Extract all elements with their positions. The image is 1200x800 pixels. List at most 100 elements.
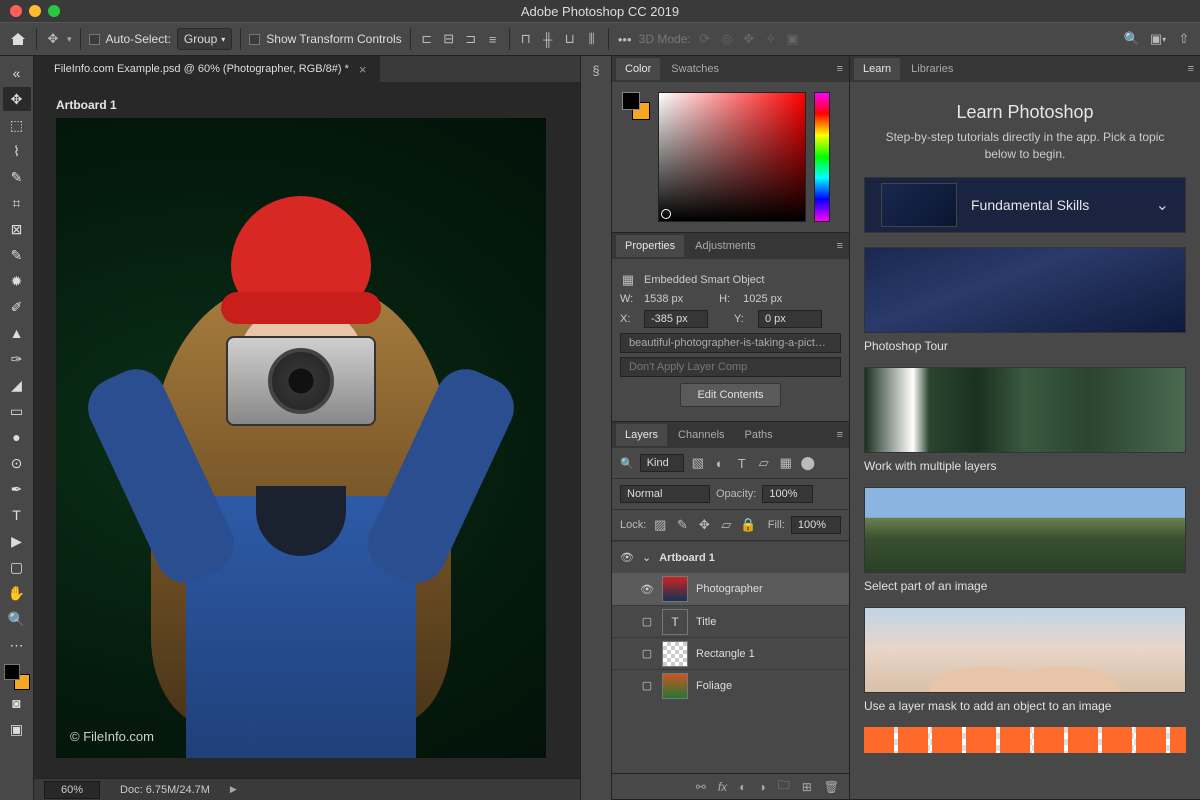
move-tool-icon[interactable]: ✥ bbox=[45, 31, 61, 47]
adjustment-layer-icon[interactable]: ◑ bbox=[758, 780, 765, 794]
hand-tool[interactable]: ✋ bbox=[3, 581, 31, 605]
delete-layer-icon[interactable]: 🗑 bbox=[824, 780, 839, 794]
layer-artboard[interactable]: 👁 ⌄ Artboard 1 bbox=[612, 541, 849, 573]
auto-select-mode-dropdown[interactable]: Group ▾ bbox=[177, 28, 232, 50]
tab-layers[interactable]: Layers bbox=[616, 424, 667, 446]
share-icon[interactable]: ⇧ bbox=[1176, 31, 1192, 47]
window-close-icon[interactable] bbox=[10, 5, 22, 17]
layer-filter-dropdown[interactable]: Kind bbox=[640, 454, 684, 472]
lasso-tool[interactable]: ⌇ bbox=[3, 139, 31, 163]
tab-swatches[interactable]: Swatches bbox=[662, 58, 728, 80]
zoom-field[interactable]: 60% bbox=[44, 781, 100, 799]
saturation-brightness-picker[interactable] bbox=[658, 92, 806, 222]
tab-learn[interactable]: Learn bbox=[854, 58, 900, 80]
lock-position-icon[interactable]: ✥ bbox=[696, 517, 712, 533]
document-tab[interactable]: FileInfo.com Example.psd @ 60% (Photogra… bbox=[34, 56, 380, 82]
tab-adjustments[interactable]: Adjustments bbox=[686, 235, 765, 257]
align-bottom-icon[interactable]: ⊔ bbox=[562, 31, 578, 47]
healing-brush-tool[interactable]: ✹ bbox=[3, 269, 31, 293]
window-zoom-icon[interactable] bbox=[48, 5, 60, 17]
lesson-item[interactable]: Use a layer mask to add an object to an … bbox=[864, 607, 1186, 713]
blur-tool[interactable]: ● bbox=[3, 425, 31, 449]
prop-x-input[interactable]: -385 px bbox=[644, 310, 708, 328]
align-center-h-icon[interactable]: ⊟ bbox=[441, 31, 457, 47]
blend-mode-dropdown[interactable]: Normal bbox=[620, 485, 710, 503]
brush-tool[interactable]: ✐ bbox=[3, 295, 31, 319]
new-group-icon[interactable]: 🗀 bbox=[778, 776, 790, 797]
history-panel-icon[interactable]: § bbox=[588, 62, 604, 78]
layer-thumbnail[interactable] bbox=[662, 576, 688, 602]
lock-artboard-icon[interactable]: ▱ bbox=[718, 517, 734, 533]
show-transform-checkbox[interactable] bbox=[249, 34, 260, 45]
new-layer-icon[interactable]: ⊞ bbox=[802, 780, 812, 794]
visibility-icon[interactable]: ▢ bbox=[640, 615, 654, 628]
filter-toggle-icon[interactable]: ⬤ bbox=[800, 455, 816, 471]
align-left-icon[interactable]: ⊏ bbox=[419, 31, 435, 47]
tab-properties[interactable]: Properties bbox=[616, 235, 684, 257]
link-layers-icon[interactable]: ⚯ bbox=[696, 780, 706, 794]
collapse-toolbar-icon[interactable]: « bbox=[3, 61, 31, 85]
filter-type-icon[interactable]: T bbox=[734, 455, 750, 471]
lesson-item[interactable]: Work with multiple layers bbox=[864, 367, 1186, 473]
move-tool[interactable]: ✥ bbox=[3, 87, 31, 111]
close-tab-icon[interactable]: × bbox=[359, 62, 367, 77]
layer-mask-icon[interactable]: ◐ bbox=[739, 780, 746, 794]
tab-paths[interactable]: Paths bbox=[736, 424, 782, 446]
layer-photographer[interactable]: 👁 Photographer bbox=[612, 573, 849, 605]
filter-shape-icon[interactable]: ▱ bbox=[756, 455, 772, 471]
tab-channels[interactable]: Channels bbox=[669, 424, 733, 446]
visibility-icon[interactable]: 👁 bbox=[620, 551, 634, 564]
edit-toolbar-icon[interactable]: ⋯ bbox=[3, 633, 31, 657]
doc-size-label[interactable]: Doc: 6.75M/24.7M bbox=[120, 784, 210, 796]
chevron-down-icon[interactable]: ⌄ bbox=[642, 551, 651, 564]
distribute-h-icon[interactable]: ≡ bbox=[485, 31, 501, 47]
lock-pixels-icon[interactable]: ✎ bbox=[674, 517, 690, 533]
lock-all-icon[interactable]: 🔒 bbox=[740, 517, 756, 533]
opacity-field[interactable]: 100% bbox=[762, 485, 812, 503]
tab-libraries[interactable]: Libraries bbox=[902, 58, 962, 80]
search-icon[interactable]: 🔍 bbox=[1124, 31, 1140, 47]
layer-title[interactable]: ▢ T Title bbox=[612, 605, 849, 637]
visibility-icon[interactable]: ▢ bbox=[640, 647, 654, 660]
layer-rectangle[interactable]: ▢ Rectangle 1 bbox=[612, 637, 849, 669]
auto-select-checkbox[interactable] bbox=[89, 34, 100, 45]
align-center-v-icon[interactable]: ╫ bbox=[540, 31, 556, 47]
history-brush-tool[interactable]: ✑ bbox=[3, 347, 31, 371]
more-options-icon[interactable]: ••• bbox=[617, 31, 633, 47]
lock-transparency-icon[interactable]: ▨ bbox=[652, 517, 668, 533]
home-icon[interactable] bbox=[8, 29, 28, 49]
crop-tool[interactable]: ⌗ bbox=[3, 191, 31, 215]
screen-mode-tool-icon[interactable]: ▣ bbox=[3, 717, 31, 741]
panel-menu-icon[interactable]: ≡ bbox=[837, 240, 843, 252]
status-menu-icon[interactable]: ▶ bbox=[230, 784, 237, 795]
canvas[interactable]: © FileInfo.com bbox=[56, 118, 546, 758]
eraser-tool[interactable]: ◢ bbox=[3, 373, 31, 397]
eyedropper-tool[interactable]: ✎ bbox=[3, 243, 31, 267]
clone-stamp-tool[interactable]: ▲ bbox=[3, 321, 31, 345]
lesson-item[interactable]: Select part of an image bbox=[864, 487, 1186, 593]
panel-menu-icon[interactable]: ≡ bbox=[837, 63, 843, 75]
rectangle-tool[interactable]: ▢ bbox=[3, 555, 31, 579]
path-select-tool[interactable]: ▶ bbox=[3, 529, 31, 553]
gradient-tool[interactable]: ▭ bbox=[3, 399, 31, 423]
panel-menu-icon[interactable]: ≡ bbox=[837, 429, 843, 441]
edit-contents-button[interactable]: Edit Contents bbox=[680, 383, 780, 407]
prop-y-input[interactable]: 0 px bbox=[758, 310, 822, 328]
hue-slider[interactable] bbox=[814, 92, 830, 222]
zoom-tool[interactable]: 🔍 bbox=[3, 607, 31, 631]
quick-mask-icon[interactable]: ◙ bbox=[3, 691, 31, 715]
layer-thumbnail[interactable] bbox=[662, 641, 688, 667]
color-swatch[interactable] bbox=[622, 92, 650, 120]
foreground-background-swatch[interactable] bbox=[4, 664, 30, 690]
screen-mode-icon[interactable]: ▣▾ bbox=[1150, 31, 1166, 47]
filter-smart-icon[interactable]: ▦ bbox=[778, 455, 794, 471]
frame-tool[interactable]: ⊠ bbox=[3, 217, 31, 241]
window-minimize-icon[interactable] bbox=[29, 5, 41, 17]
fill-field[interactable]: 100% bbox=[791, 516, 841, 534]
learn-section-header[interactable]: Fundamental Skills ⌄ bbox=[864, 177, 1186, 233]
visibility-icon[interactable]: 👁 bbox=[640, 583, 654, 596]
layer-comp-dropdown[interactable]: Don't Apply Layer Comp bbox=[620, 357, 841, 377]
pen-tool[interactable]: ✒ bbox=[3, 477, 31, 501]
visibility-icon[interactable]: ▢ bbox=[640, 679, 654, 692]
align-right-icon[interactable]: ⊐ bbox=[463, 31, 479, 47]
